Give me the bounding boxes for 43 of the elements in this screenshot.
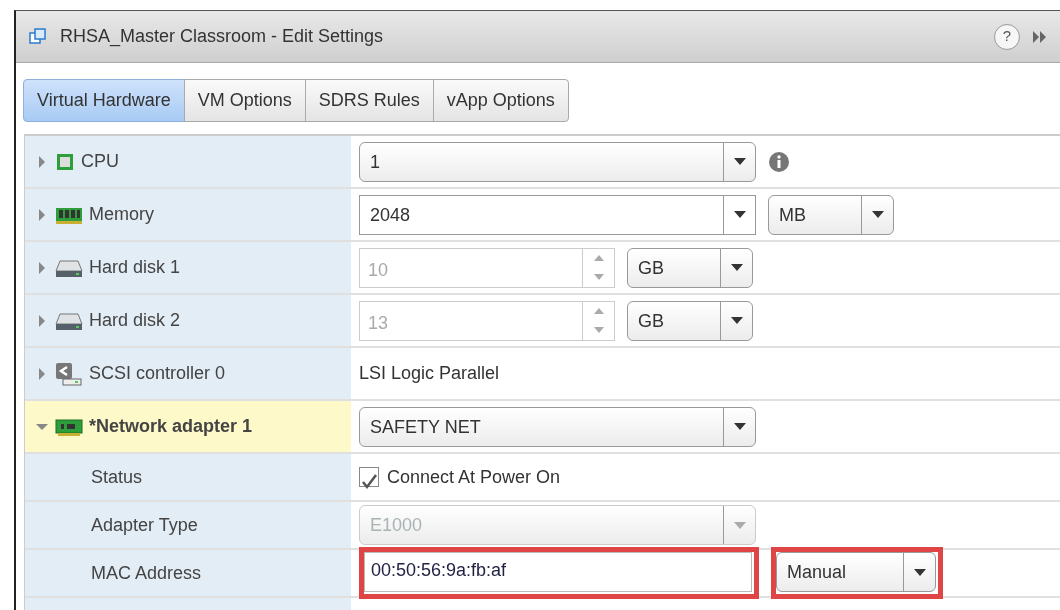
dropdown-arrow-icon xyxy=(733,211,746,218)
hard-disk-icon xyxy=(55,257,83,278)
value-text: LSI Logic Parallel xyxy=(359,362,500,385)
dropdown-arrow-icon xyxy=(733,521,746,529)
row-label: Hard disk 1 xyxy=(89,256,181,279)
row-label: MAC Address xyxy=(91,561,202,585)
row-label: *Network adapter 1 xyxy=(89,415,253,438)
dropdown[interactable]: GB xyxy=(627,300,753,341)
dropdown[interactable]: GB xyxy=(627,247,753,288)
mac-address-field[interactable]: 00:50:56:9a:fb:af xyxy=(364,552,752,592)
dropdown-arrow-icon xyxy=(871,211,884,218)
dropdown-arrow-icon xyxy=(733,158,746,165)
dropdown: E1000 xyxy=(359,505,756,545)
hard-disk-icon xyxy=(55,310,83,331)
controller-icon xyxy=(55,361,83,386)
row-label: CPU xyxy=(81,150,119,173)
tab[interactable]: vApp Options xyxy=(432,79,569,122)
checkbox-label: Connect At Power On xyxy=(387,465,561,489)
vm-icon xyxy=(28,26,48,47)
tab[interactable]: SDRS Rules xyxy=(304,79,434,122)
dropdown-arrow-icon xyxy=(730,264,743,271)
info-icon[interactable] xyxy=(768,150,790,173)
network-card-icon xyxy=(55,416,83,437)
dropdown[interactable]: Manual xyxy=(776,552,936,592)
row-label: Hard disk 2 xyxy=(89,309,181,332)
checkbox[interactable] xyxy=(359,467,379,487)
tab[interactable]: Virtual Hardware xyxy=(23,79,185,122)
row-label: Adapter Type xyxy=(91,513,198,537)
dropdown-arrow-icon xyxy=(733,423,746,430)
combo-box[interactable]: 1 xyxy=(359,141,756,182)
window-title: RHSA_Master Classroom - Edit Settings xyxy=(60,25,384,49)
dropdown-arrow-icon xyxy=(913,568,926,576)
dropdown-arrow-icon xyxy=(730,317,743,324)
dropdown[interactable]: SAFETY NET xyxy=(359,406,756,447)
help-button[interactable]: ? xyxy=(994,23,1020,50)
tab[interactable]: VM Options xyxy=(183,79,306,122)
expand-icon[interactable] xyxy=(1032,29,1048,44)
chip-icon xyxy=(55,151,75,172)
row-label: SCSI controller 0 xyxy=(89,362,226,385)
row-label: Status xyxy=(91,465,143,489)
combo-box[interactable]: 2048 xyxy=(359,194,756,235)
row-label: Memory xyxy=(89,203,154,226)
dropdown[interactable]: MB xyxy=(768,194,894,235)
